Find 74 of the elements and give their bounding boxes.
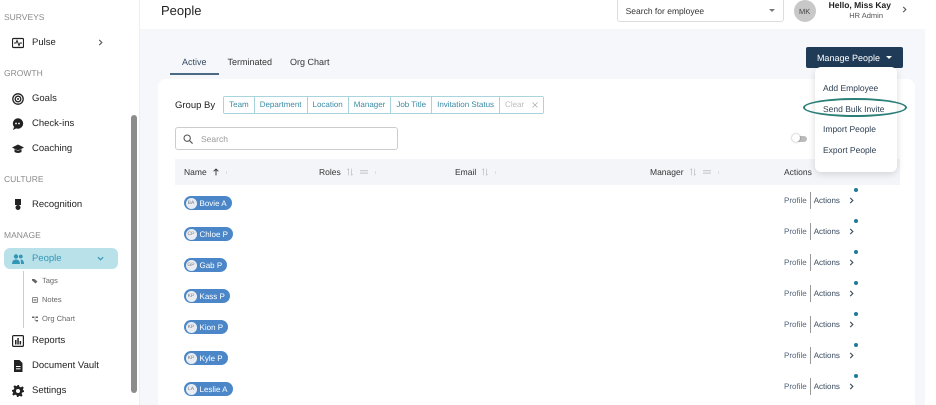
- tab[interactable]: Terminated: [218, 51, 282, 75]
- column-header[interactable]: Actions: [784, 167, 812, 177]
- profile-link[interactable]: Profile: [784, 316, 811, 333]
- people-icon: [12, 252, 24, 264]
- actions-link[interactable]: Actions: [810, 320, 840, 329]
- chevron-right-icon: [848, 228, 855, 235]
- scrollbar-thumb[interactable]: [131, 115, 137, 393]
- tab[interactable]: Active: [170, 51, 219, 75]
- settings-icon: [12, 384, 24, 396]
- chevron-right-icon: [848, 352, 855, 359]
- search-field[interactable]: Search: [175, 127, 398, 150]
- chevron-right-icon: [97, 39, 104, 46]
- toggle-switch[interactable]: [794, 136, 807, 142]
- chevron-right-icon: [848, 290, 855, 297]
- user-greeting: Hello, Miss Kay: [828, 0, 891, 10]
- column-header[interactable]: Name: [184, 167, 207, 177]
- sidebar-item[interactable]: Settings: [4, 378, 118, 403]
- caret-icon: [886, 56, 892, 59]
- target-icon: [12, 92, 24, 104]
- actions-link[interactable]: Actions: [810, 289, 840, 298]
- column-header[interactable]: Manager: [650, 167, 684, 177]
- manage-people-button[interactable]: Manage People: [806, 47, 903, 68]
- bar-chart-icon: [12, 334, 24, 346]
- actions-link[interactable]: Actions: [810, 382, 840, 391]
- sidebar-item[interactable]: Check-ins: [4, 111, 118, 136]
- chevron-right-icon: [848, 383, 855, 390]
- chevron-right-icon: [848, 259, 855, 266]
- profile-link[interactable]: Profile: [784, 223, 811, 240]
- section-heading: CULTURE: [3, 173, 45, 186]
- profile-link[interactable]: Profile: [784, 254, 811, 271]
- sidebar-item[interactable]: Goals: [4, 86, 118, 111]
- sidebar-item[interactable]: Recognition: [4, 192, 118, 217]
- section-heading: SURVEYS: [3, 11, 46, 24]
- group-by-option[interactable]: Department: [254, 97, 308, 113]
- sidebar-item[interactable]: Pulse: [4, 30, 118, 55]
- chevron-right-icon: [848, 321, 855, 328]
- chevron-right-icon: [848, 197, 855, 204]
- note-icon: [32, 296, 38, 302]
- actions-link[interactable]: Actions: [810, 258, 840, 267]
- pulse-chart-icon: [12, 36, 24, 48]
- group-by-option[interactable]: Location: [308, 97, 349, 113]
- sidebar-item[interactable]: Coaching: [4, 136, 118, 161]
- column-header[interactable]: Roles: [319, 167, 341, 177]
- section-heading: MANAGE: [3, 229, 42, 242]
- org-chart-icon: [32, 316, 38, 322]
- chat-bubble-icon: [12, 118, 24, 130]
- group-by-label: Group By: [175, 100, 216, 110]
- menu-item[interactable]: Add Employee: [823, 83, 878, 93]
- page-title: People: [161, 3, 202, 18]
- tab[interactable]: Org Chart: [281, 51, 339, 75]
- menu-item[interactable]: Import People: [823, 124, 876, 134]
- employee-search-dropdown[interactable]: Search for employee: [616, 0, 784, 22]
- actions-link[interactable]: Actions: [810, 196, 840, 205]
- actions-link[interactable]: Actions: [810, 227, 840, 236]
- actions-link[interactable]: Actions: [810, 351, 840, 360]
- medal-icon: [12, 198, 24, 210]
- close-icon: [532, 102, 538, 108]
- chevron-down-icon: [97, 255, 104, 262]
- sidebar-item[interactable]: Reports: [4, 328, 118, 353]
- profile-link[interactable]: Profile: [784, 378, 811, 395]
- profile-link[interactable]: Profile: [784, 347, 811, 364]
- column-header[interactable]: Email: [455, 167, 476, 177]
- menu-item[interactable]: Export People: [823, 144, 876, 154]
- document-icon: [12, 360, 24, 372]
- sidebar-item[interactable]: Document Vault: [4, 353, 118, 378]
- group-by-option[interactable]: Team: [224, 97, 255, 113]
- chevron-right-icon: [901, 6, 908, 13]
- tag-icon: [32, 278, 38, 284]
- profile-link[interactable]: Profile: [784, 285, 811, 302]
- caret-icon: [768, 9, 775, 12]
- section-heading: GROWTH: [3, 67, 44, 80]
- profile-link[interactable]: Profile: [784, 192, 811, 209]
- menu-item[interactable]: Send Bulk Invite: [823, 104, 884, 114]
- graduation-cap-icon: [12, 142, 24, 154]
